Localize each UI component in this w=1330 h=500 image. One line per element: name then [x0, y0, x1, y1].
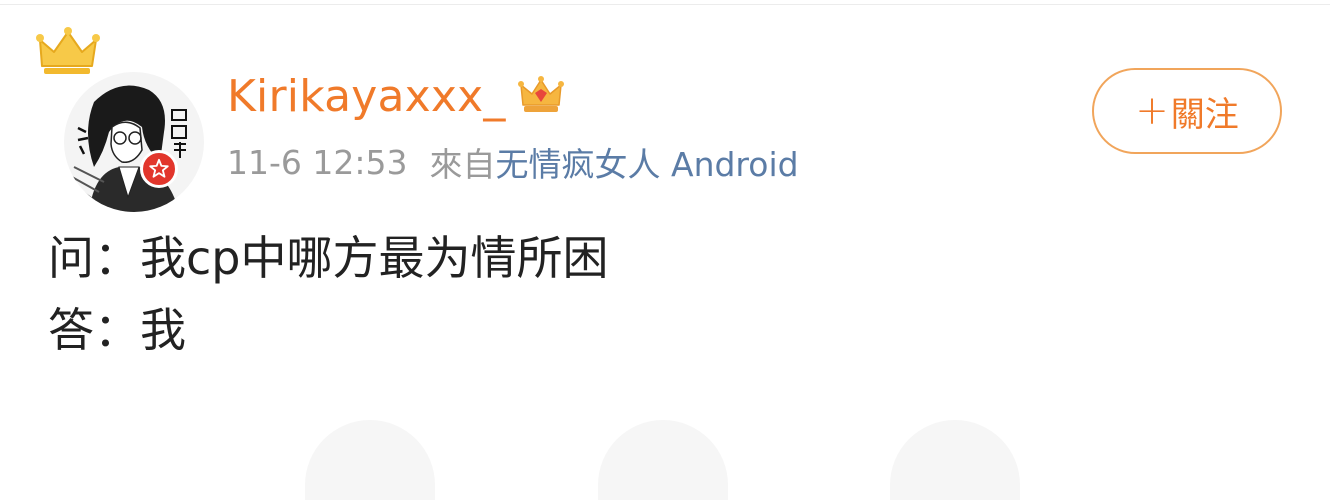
avatar[interactable]: [64, 72, 204, 212]
star-badge-icon: [140, 150, 178, 188]
source-link[interactable]: 无情疯女人 Android: [496, 138, 799, 186]
avatar-image: [64, 72, 204, 212]
plus-icon: +: [1135, 88, 1169, 134]
username[interactable]: Kirikayaxxx_: [227, 71, 506, 122]
follow-button[interactable]: + 關注: [1092, 68, 1282, 154]
post-content: 问：我cp中哪方最为情所困 答：我: [48, 222, 609, 366]
top-divider: [0, 4, 1330, 5]
source-prefix: 來自: [429, 145, 496, 184]
action-bar-partial: [0, 410, 1330, 500]
post-meta: 11-6 12:53 來自 无情疯女人 Android: [227, 137, 799, 187]
avatar-group[interactable]: [36, 26, 204, 212]
vip-crown-icon[interactable]: [517, 75, 564, 117]
action-button-partial[interactable]: [598, 420, 728, 500]
post-text-line: 答：我: [48, 303, 186, 357]
post-text-line: 问：我cp中哪方最为情所困: [48, 231, 609, 285]
crown-icon: [36, 26, 100, 82]
action-button-partial[interactable]: [890, 420, 1020, 500]
follow-label: 關注: [1170, 94, 1239, 135]
post-timestamp: 11-6 12:53: [227, 142, 408, 182]
action-button-partial[interactable]: [305, 420, 435, 500]
username-row: Kirikayaxxx_: [227, 64, 564, 128]
